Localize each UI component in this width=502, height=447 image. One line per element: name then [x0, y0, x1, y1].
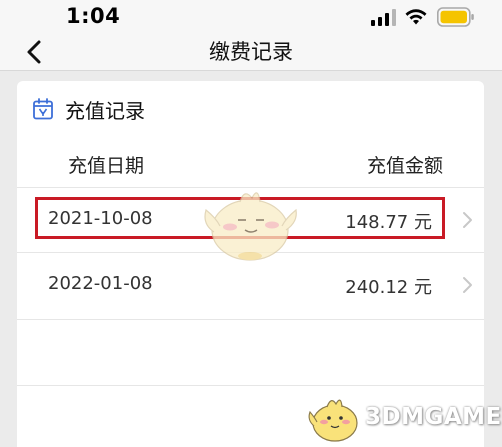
calendar-icon: [33, 98, 53, 120]
divider: [17, 385, 484, 386]
nav-bar: 缴费记录: [0, 34, 502, 71]
chevron-right-icon: [463, 277, 472, 293]
mascot-sticker-icon: [204, 192, 297, 261]
watermark: 3DMGAME: [305, 390, 502, 446]
signal-bars-icon: [371, 9, 396, 26]
wifi-icon: [405, 9, 427, 25]
chevron-right-icon: [463, 212, 472, 228]
divider: [17, 319, 484, 320]
row-date: 2022-01-08: [48, 273, 153, 294]
card-header: 充值记录: [17, 81, 484, 138]
row-amount: 240.12 元: [345, 277, 432, 298]
status-time: 1:04: [66, 4, 121, 28]
battery-icon: [437, 7, 474, 27]
status-bar: 1:04: [0, 0, 502, 34]
mascot-logo-icon: [308, 399, 358, 442]
page-title: 缴费记录: [209, 40, 293, 64]
column-header-date: 充值日期: [68, 155, 145, 177]
card-title: 充值记录: [65, 99, 145, 123]
watermark-text: 3DMGAME: [365, 404, 502, 430]
column-header-amount: 充值金额: [367, 155, 444, 177]
